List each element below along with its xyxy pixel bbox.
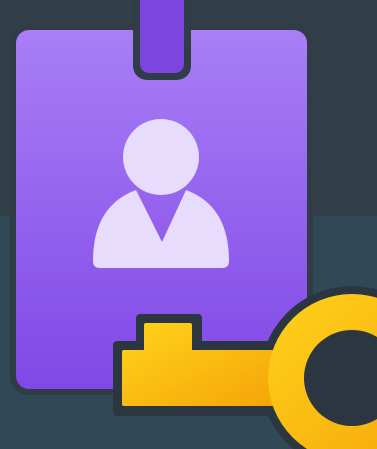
id-badge-key-icon — [10, 0, 377, 449]
badge-strap — [133, 0, 191, 80]
